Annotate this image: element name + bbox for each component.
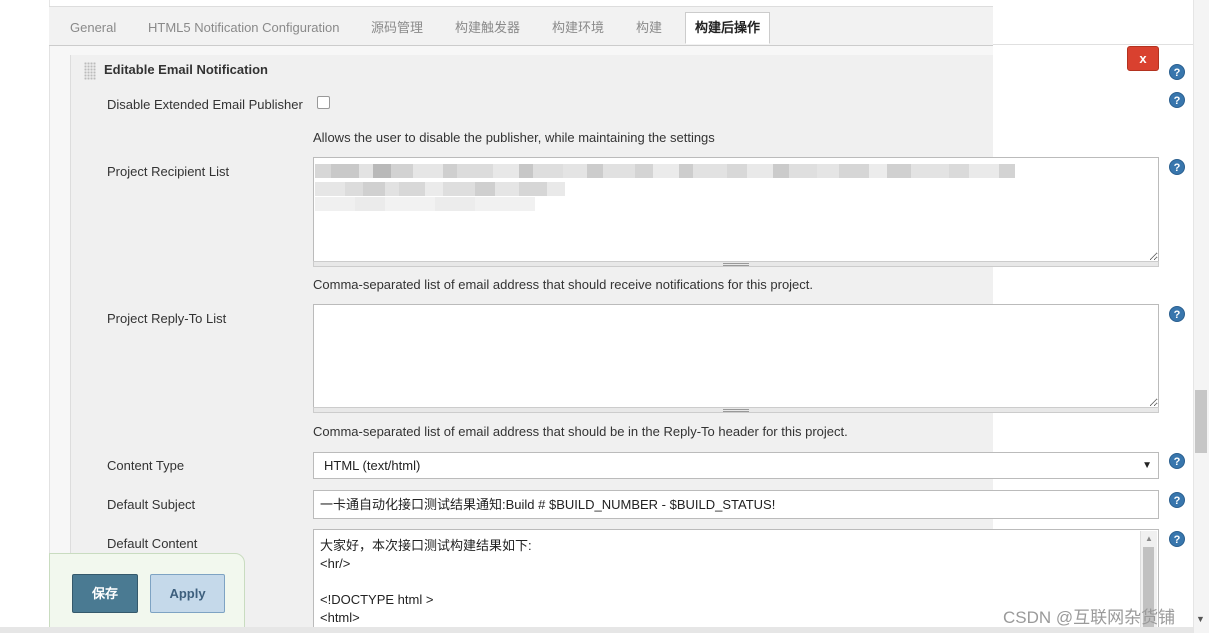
default-content-text: 大家好，本次接口测试构建结果如下: <hr/> <!DOCTYPE html > <h…: [320, 538, 532, 625]
reply-to-list-textarea[interactable]: [313, 304, 1159, 408]
recipient-list-description: Comma-separated list of email address th…: [313, 277, 814, 292]
tab-source-management[interactable]: 源码管理: [371, 13, 423, 43]
tab-post-build-actions[interactable]: 构建后操作: [685, 12, 771, 44]
apply-button[interactable]: Apply: [150, 574, 225, 613]
help-icon[interactable]: ?: [1169, 159, 1185, 175]
redacted-recipients: [315, 164, 1155, 178]
page-scrollbar[interactable]: [1193, 0, 1209, 633]
resize-handle[interactable]: [313, 407, 1159, 413]
reply-to-list-label: Project Reply-To List: [107, 311, 227, 326]
redacted-recipients: [315, 197, 555, 211]
dropdown-arrow-icon: ▼: [1142, 460, 1152, 471]
redacted-recipients: [315, 182, 615, 196]
delete-section-button[interactable]: x: [1127, 46, 1159, 71]
default-subject-label: Default Subject: [107, 497, 196, 512]
content-type-label: Content Type: [107, 458, 185, 473]
help-icon[interactable]: ?: [1169, 64, 1185, 80]
scroll-up-icon[interactable]: ▲: [1145, 534, 1153, 543]
disable-publisher-description: Allows the user to disable the publisher…: [313, 130, 715, 145]
help-icon[interactable]: ?: [1169, 92, 1185, 108]
drag-handle-icon[interactable]: [84, 62, 96, 80]
watermark: CSDN @互联网杂货铺: [1003, 608, 1176, 627]
divider: [993, 44, 1193, 45]
section-title: Editable Email Notification: [104, 62, 268, 77]
disable-publisher-checkbox[interactable]: [317, 96, 330, 109]
tab-build-environment[interactable]: 构建环境: [552, 13, 604, 43]
content-type-select[interactable]: HTML (text/html) ▼: [313, 452, 1159, 479]
disable-publisher-label: Disable Extended Email Publisher: [107, 97, 303, 112]
default-subject-input[interactable]: 一卡通自动化接口测试结果通知:Build # $BUILD_NUMBER - $…: [313, 490, 1159, 519]
recipient-list-label: Project Recipient List: [107, 164, 230, 179]
config-tab-bar: General HTML5 Notification Configuration…: [49, 6, 993, 46]
tab-html5-notification[interactable]: HTML5 Notification Configuration: [148, 13, 339, 43]
resize-handle[interactable]: [313, 261, 1159, 267]
tab-general[interactable]: General: [70, 13, 116, 43]
default-content-label: Default Content: [107, 536, 198, 551]
help-icon[interactable]: ?: [1169, 531, 1185, 547]
content-type-value: HTML (text/html): [324, 458, 421, 473]
scroll-down-icon[interactable]: ▼: [1196, 614, 1205, 624]
left-gutter: [0, 0, 50, 633]
reply-to-list-description: Comma-separated list of email address th…: [313, 424, 848, 439]
help-icon[interactable]: ?: [1169, 453, 1185, 469]
tab-build[interactable]: 构建: [636, 13, 662, 43]
tab-build-triggers[interactable]: 构建触发器: [455, 13, 520, 43]
help-icon[interactable]: ?: [1169, 306, 1185, 322]
page-scroll-thumb[interactable]: [1195, 390, 1207, 453]
help-icon[interactable]: ?: [1169, 492, 1185, 508]
save-button[interactable]: 保存: [72, 574, 138, 613]
